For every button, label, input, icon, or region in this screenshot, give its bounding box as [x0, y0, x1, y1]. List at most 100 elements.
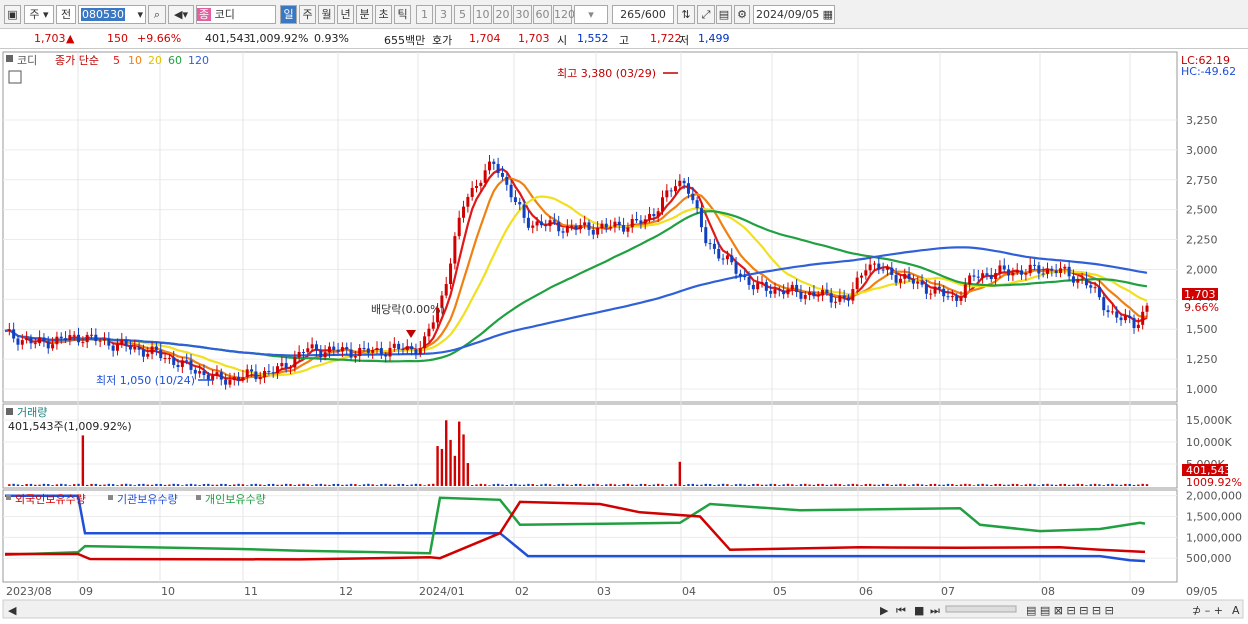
candle-body — [293, 357, 297, 368]
period-minute[interactable]: 분 — [356, 5, 373, 24]
candle-body — [1106, 310, 1110, 313]
volume-bar — [600, 485, 604, 486]
period-year[interactable]: 년 — [337, 5, 354, 24]
tool-icon[interactable]: ▤ ▤ ⊠ ⊟ ⊟ ⊟ ⊟ — [1026, 604, 1114, 617]
candle-body — [968, 275, 972, 285]
interval-30[interactable]: 30 — [513, 5, 532, 24]
candle-body — [682, 180, 686, 184]
scroll-right-icon[interactable]: ▶ — [880, 604, 889, 617]
candle-body — [673, 186, 677, 192]
chart-area[interactable]: 3,2503,0002,7502,5002,2502,0001,7501,500… — [0, 50, 1248, 621]
ma-10: 10 — [128, 54, 142, 67]
candle-body — [734, 262, 738, 274]
date-field[interactable]: 2024/09/05 ▦ — [753, 5, 835, 24]
interval-3[interactable]: 3 — [435, 5, 452, 24]
window-menu-icon[interactable]: ▣ — [4, 5, 21, 24]
candle-body — [59, 336, 63, 339]
volume-panel[interactable] — [2, 403, 1178, 489]
volume-bar — [752, 483, 755, 486]
candle-body — [414, 349, 418, 355]
search-icon[interactable]: ⌕ — [148, 5, 166, 24]
volume-bar — [1132, 484, 1136, 486]
volume-bar — [462, 434, 465, 486]
period-tick[interactable]: 틱 — [394, 5, 411, 24]
volume-bar — [1124, 483, 1127, 486]
volume-bar — [1003, 484, 1006, 486]
interval-20[interactable]: 20 — [493, 5, 512, 24]
legend-icon — [196, 495, 201, 500]
candle-body — [760, 282, 764, 284]
candle-body — [431, 322, 435, 329]
candle-body — [769, 290, 773, 294]
candle-body — [1097, 287, 1101, 298]
candle-body — [462, 206, 466, 218]
candle-body — [12, 329, 16, 339]
candle-body — [146, 353, 150, 357]
stop-icon[interactable]: ■ — [914, 604, 924, 617]
dropdown-icon[interactable]: ▾ — [137, 6, 143, 23]
panel-menu-icon[interactable] — [6, 55, 13, 62]
volume-bar — [90, 483, 93, 486]
holding-menu-icon[interactable] — [6, 495, 11, 500]
candle-body — [712, 243, 716, 249]
volume-bar — [1119, 484, 1123, 486]
table-icon[interactable] — [8, 70, 22, 84]
candle-body — [998, 265, 1002, 274]
interval-120[interactable]: 120 — [553, 5, 575, 24]
scroll-left-icon[interactable]: ◀ — [8, 604, 17, 617]
gear-icon[interactable]: ⚙ — [734, 5, 750, 24]
price-panel-name: 코디 — [17, 54, 37, 67]
volume-bar — [522, 484, 526, 486]
compare-icon[interactable]: ⇅ — [677, 5, 695, 24]
volume-bar — [423, 485, 426, 486]
candle-body — [496, 163, 500, 173]
type-toggle[interactable]: 전 — [56, 5, 76, 24]
candle-body — [276, 366, 280, 374]
interval-1[interactable]: 1 — [416, 5, 433, 24]
volume-bar — [652, 484, 656, 486]
code-input[interactable]: 080530 ▾ — [78, 5, 146, 24]
stock-chart[interactable]: 3,2503,0002,7502,5002,2502,0001,7501,500… — [0, 50, 1248, 621]
volume-bar — [553, 485, 556, 486]
volume-bar — [566, 484, 569, 486]
period-month[interactable]: 월 — [318, 5, 335, 24]
period-week[interactable]: 주 — [299, 5, 316, 24]
draw-icon[interactable]: ⤢ — [697, 5, 715, 24]
candle-body — [176, 364, 180, 368]
period-day[interactable]: 일 — [280, 5, 297, 24]
first-page-icon[interactable]: ⏮ — [896, 604, 906, 617]
candle-body — [1119, 317, 1123, 321]
candle-body — [942, 288, 946, 297]
candle-body — [505, 176, 509, 185]
volume-bar — [501, 484, 504, 486]
market-select[interactable]: 주 ▾ — [24, 5, 54, 24]
ask-price: 1,704 — [469, 32, 501, 45]
candle-body — [518, 201, 522, 205]
zoom-controls-icon[interactable]: ⊅ – + — [1192, 604, 1223, 617]
volume-bar — [968, 484, 971, 486]
speaker-icon[interactable]: ◀▾ — [168, 5, 194, 24]
zoom-slider[interactable] — [945, 605, 1017, 613]
x-tick-label: 06 — [859, 585, 873, 598]
candle-body — [1102, 297, 1106, 311]
volume-bar — [548, 484, 552, 486]
candle-body — [539, 221, 543, 226]
candle-body — [90, 334, 94, 336]
volume-bar — [808, 484, 811, 486]
volume-bar — [189, 483, 193, 486]
interval-10[interactable]: 10 — [473, 5, 492, 24]
volume-bar — [168, 484, 171, 486]
save-icon[interactable]: ▤ — [716, 5, 732, 24]
interval-5[interactable]: 5 — [454, 5, 471, 24]
calendar-icon[interactable]: ▦ — [823, 6, 833, 23]
candle-body — [1037, 265, 1041, 274]
font-size-icon[interactable]: A — [1232, 604, 1240, 617]
interval-60[interactable]: 60 — [533, 5, 552, 24]
volume-bar — [445, 420, 448, 486]
stock-name-field[interactable]: 종 코디 — [196, 5, 276, 24]
period-second[interactable]: 초 — [375, 5, 392, 24]
interval-custom[interactable]: ▾ — [574, 5, 608, 24]
count-field[interactable]: 265/600 — [612, 5, 674, 24]
last-page-icon[interactable]: ⏭ — [930, 604, 940, 617]
volume-menu-icon[interactable] — [6, 408, 13, 415]
